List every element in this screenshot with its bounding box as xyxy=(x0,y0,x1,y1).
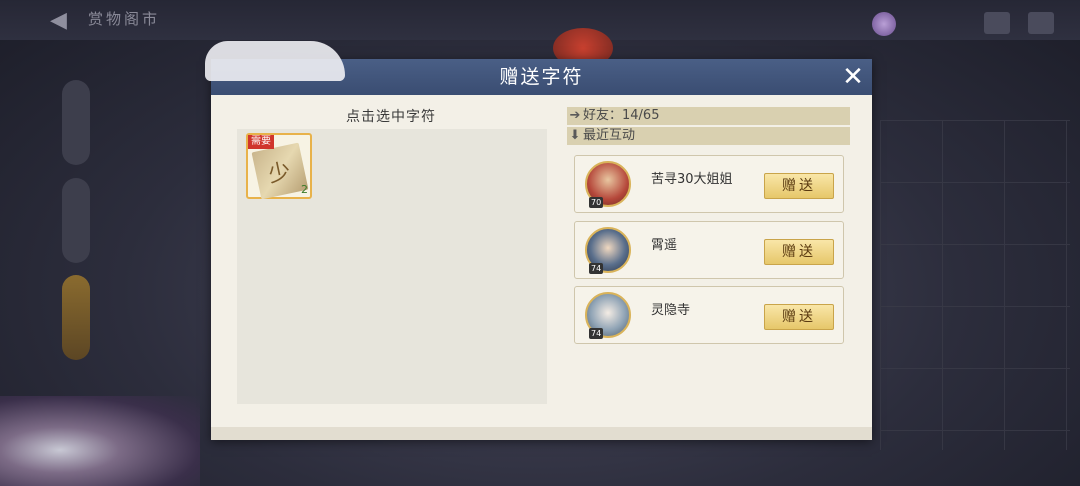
friend-name: 霄遥 xyxy=(651,238,678,253)
dialog-footer xyxy=(211,427,872,440)
gift-button[interactable]: 赠送 xyxy=(764,173,834,199)
friend-name: 苦寻30大姐姐 xyxy=(651,172,733,187)
avatar[interactable]: 74 xyxy=(585,227,631,274)
recent-interaction-bar[interactable]: ⬇ 最近互动 xyxy=(567,127,850,145)
side-tab-3[interactable] xyxy=(62,275,90,360)
rune-item[interactable]: 少 需要 2 xyxy=(246,133,312,200)
friend-row: 70 苦寻30大姐姐 赠送 xyxy=(574,155,844,213)
level-badge: 74 xyxy=(589,328,604,339)
chat-icon[interactable] xyxy=(984,12,1010,34)
rune-need-tag: 需要 xyxy=(248,135,274,149)
level-badge: 70 xyxy=(589,197,604,208)
arrow-down-icon: ⬇ xyxy=(569,128,581,143)
level-badge: 74 xyxy=(589,263,604,274)
recent-interaction-label: 最近互动 xyxy=(583,128,636,143)
gift-button[interactable]: 赠送 xyxy=(764,239,834,265)
gift-button[interactable]: 赠送 xyxy=(764,304,834,330)
friends-count-label: 好友：14/65 xyxy=(583,108,660,123)
rune-panel: 少 需要 2 xyxy=(237,129,547,404)
friend-row: 74 霄遥 赠送 xyxy=(574,221,844,279)
side-tab-2[interactable] xyxy=(62,178,90,263)
back-arrow-icon[interactable]: ◀ xyxy=(50,8,67,33)
avatar[interactable]: 74 xyxy=(585,292,631,339)
avatar[interactable]: 70 xyxy=(585,161,631,208)
friend-name: 灵隐寺 xyxy=(651,303,691,318)
gift-rune-dialog: 赠送字符 ✕ 点击选中字符 少 需要 2 ➔ 好友：14/65 ⬇ 最近互动 70 … xyxy=(205,41,872,440)
side-tab-1[interactable] xyxy=(62,80,90,165)
flower-decoration xyxy=(0,396,200,486)
rune-count: 2 xyxy=(301,183,308,196)
dialog-title: 赠送字符 xyxy=(499,66,584,88)
jade-coin-icon xyxy=(872,12,896,36)
mail-icon[interactable] xyxy=(1028,12,1054,34)
dialog-header: 赠送字符 ✕ xyxy=(205,41,872,95)
arrow-right-icon: ➔ xyxy=(569,108,581,123)
rune-select-heading: 点击选中字符 xyxy=(346,109,436,125)
background-title: 赏物阁市 xyxy=(88,10,161,28)
close-button[interactable]: ✕ xyxy=(839,63,867,91)
friends-count-bar[interactable]: ➔ 好友：14/65 xyxy=(567,107,850,125)
friend-row: 74 灵隐寺 赠送 xyxy=(574,286,844,344)
background-grid xyxy=(880,120,1070,450)
close-icon: ✕ xyxy=(842,62,864,92)
background-top-bar xyxy=(0,0,1080,40)
